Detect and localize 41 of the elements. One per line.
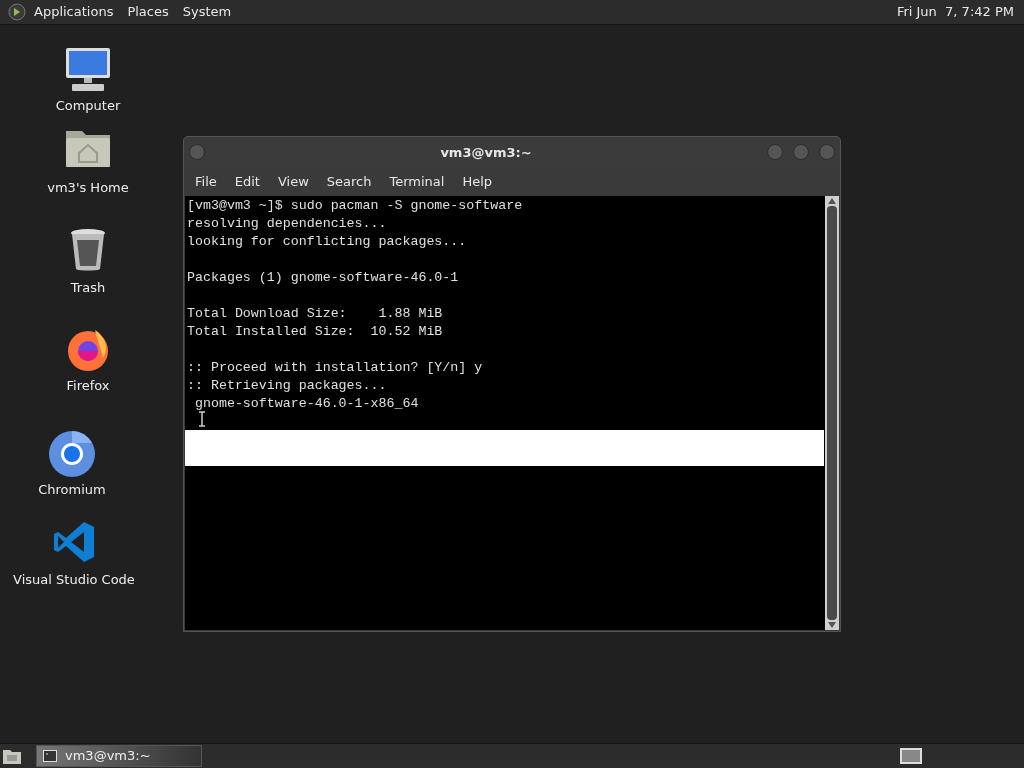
desktop-icon-label[interactable]: Firefox (66, 376, 110, 396)
terminal-line: Packages (1) gnome-software-46.0-1 (187, 269, 459, 287)
terminal-line: Total Installed Size: 10.52 MiB (187, 323, 443, 341)
trash-icon[interactable] (69, 228, 107, 272)
desktop-icon-label[interactable]: Trash (70, 278, 106, 298)
menu-item[interactable]: Terminal (380, 171, 454, 192)
terminal-icon (43, 750, 57, 762)
text-cursor-icon (198, 411, 206, 427)
terminal-line: [vm3@vm3 ~]$ sudo pacman -S gnome-software (187, 197, 523, 215)
scrollbar[interactable] (825, 196, 839, 630)
desktop-icon-label[interactable]: Computer (55, 96, 121, 116)
clock[interactable]: Fri Jun 7, 7:42 PM (896, 2, 1016, 22)
window-title: vm3@vm3:~ (440, 145, 532, 160)
panel-menu[interactable]: System (182, 2, 232, 22)
distro-logo-icon[interactable] (8, 3, 26, 21)
menu-item[interactable]: File (186, 171, 226, 192)
panel-menu[interactable]: Places (127, 2, 169, 22)
terminal-line: :: Proceed with installation? [Y/n] y (187, 359, 483, 377)
home-folder-icon[interactable] (65, 128, 111, 168)
terminal-line: Total Download Size: 1.88 MiB (187, 305, 443, 323)
panel-menu[interactable]: Applications (34, 2, 114, 22)
code-editor-icon[interactable] (52, 520, 96, 564)
menu-item[interactable]: Help (453, 171, 502, 192)
terminal-line: gnome-software-46.0-1-x86_64 (193, 395, 419, 413)
scrollbar-thumb[interactable] (827, 206, 837, 620)
menu-item[interactable]: View (268, 171, 318, 192)
terminal-line: resolving dependencies... (187, 215, 387, 233)
show-desktop-icon[interactable] (2, 747, 22, 765)
menu-item[interactable]: Search (317, 171, 381, 192)
workspace-switcher[interactable] (900, 748, 922, 764)
terminal-line: :: Retrieving packages... (187, 377, 387, 395)
computer-icon[interactable] (64, 46, 112, 94)
scroll-down-icon[interactable] (828, 622, 836, 628)
terminal-line: looking for conflicting packages... (187, 233, 467, 251)
browser-circle-icon[interactable] (48, 430, 96, 478)
desktop-icon-label[interactable]: Chromium (38, 480, 106, 500)
desktop-icon-label[interactable]: vm3's Home (47, 178, 129, 198)
menu-item[interactable]: Edit (225, 171, 269, 192)
taskbar-button[interactable]: vm3@vm3:~ (36, 745, 202, 767)
desktop-icon-label[interactable]: Visual Studio Code (13, 570, 135, 590)
scroll-up-icon[interactable] (828, 198, 836, 204)
